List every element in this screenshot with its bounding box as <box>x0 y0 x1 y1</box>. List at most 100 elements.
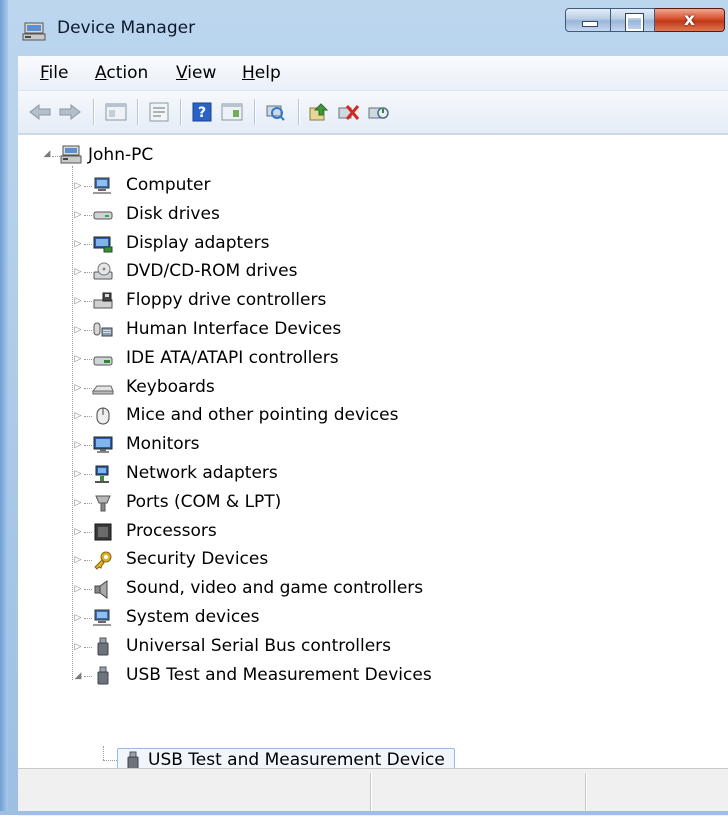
tree-connector <box>84 647 92 649</box>
status-bar-separator <box>370 773 371 811</box>
expand-arrow-icon[interactable]: ▷ <box>73 239 83 249</box>
close-button[interactable]: x <box>655 8 725 32</box>
uninstall-device-button[interactable] <box>337 100 361 124</box>
tree-category-label[interactable]: Human Interface Devices <box>126 319 341 339</box>
menu-view-rest: iew <box>187 63 217 83</box>
menu-help-accel: H <box>242 63 255 83</box>
mouse-icon <box>96 407 110 425</box>
tree-category-label[interactable]: System devices <box>126 607 260 627</box>
tree-connector <box>103 746 105 760</box>
toolbar-separator <box>93 99 94 125</box>
expand-arrow-icon[interactable]: ▷ <box>73 210 83 220</box>
device-manager-window: Device Manager x File Action View Help ?… <box>0 0 728 816</box>
toolbar-separator <box>298 99 299 125</box>
tree-category-label[interactable]: Disk drives <box>126 204 220 224</box>
tree-category-label[interactable]: Network adapters <box>126 463 278 483</box>
tree-connector <box>84 330 92 332</box>
computer-icon <box>93 177 111 194</box>
tree-category-label[interactable]: Processors <box>126 521 217 541</box>
expand-arrow-icon[interactable]: ▷ <box>73 296 83 306</box>
action-pane-button[interactable] <box>220 100 244 124</box>
tree-category-label[interactable]: IDE ATA/ATAPI controllers <box>126 348 339 368</box>
properties-button[interactable] <box>147 100 171 124</box>
tree-connector <box>84 359 92 361</box>
usb-plug-icon <box>97 666 109 685</box>
help-button[interactable]: ? <box>190 100 214 124</box>
show-hide-console-tree-button[interactable] <box>104 100 128 124</box>
menu-file[interactable]: File <box>40 63 68 83</box>
update-driver-icon <box>309 103 329 121</box>
maximize-button[interactable] <box>611 8 655 32</box>
tree-connector <box>103 760 117 762</box>
dvd-drive-icon <box>93 262 113 280</box>
tree-connector <box>84 186 92 188</box>
expand-arrow-icon[interactable]: ▷ <box>73 498 83 508</box>
forward-arrow-icon <box>59 103 81 121</box>
close-icon: x <box>684 10 695 30</box>
usb-plug-icon <box>97 637 109 656</box>
display-adapter-icon <box>93 236 113 253</box>
expand-arrow-icon[interactable]: ▷ <box>73 642 83 652</box>
expand-arrow-icon[interactable]: ▷ <box>73 181 83 191</box>
client-area: File Action View Help ? ◢ John-PC USB Te… <box>18 56 728 816</box>
back-arrow-icon <box>29 103 51 121</box>
tree-category-label[interactable]: Security Devices <box>126 549 268 569</box>
title-bar[interactable]: Device Manager x <box>0 0 728 56</box>
window-title: Device Manager <box>57 18 196 38</box>
tree-category-label[interactable]: Monitors <box>126 434 199 454</box>
tree-category-label[interactable]: Mice and other pointing devices <box>126 405 398 425</box>
tree-category-label[interactable]: Universal Serial Bus controllers <box>126 636 391 656</box>
help-icon: ? <box>192 102 212 122</box>
tree-category-label[interactable]: Floppy drive controllers <box>126 290 326 310</box>
disable-device-icon <box>368 107 389 119</box>
expand-arrow-icon[interactable]: ▷ <box>73 555 83 565</box>
menu-view[interactable]: View <box>176 63 216 83</box>
scan-hardware-button[interactable] <box>263 100 287 124</box>
ide-controller-icon <box>93 356 113 366</box>
collapse-arrow-icon[interactable]: ◢ <box>73 671 83 681</box>
svg-text:?: ? <box>198 105 206 121</box>
expand-arrow-icon[interactable]: ▷ <box>73 440 83 450</box>
minimize-button[interactable] <box>565 8 611 32</box>
tree-connector <box>84 618 92 620</box>
expand-arrow-icon[interactable]: ▷ <box>73 613 83 623</box>
menu-help[interactable]: Help <box>242 63 281 83</box>
tree-category-label[interactable]: Computer <box>126 175 211 195</box>
collapse-arrow-icon[interactable]: ◢ <box>42 149 52 159</box>
expand-arrow-icon[interactable]: ▷ <box>73 411 83 421</box>
forward-button[interactable] <box>58 100 82 124</box>
tree-category-label[interactable]: Sound, video and game controllers <box>126 578 423 598</box>
selected-device-label: USB Test and Measurement Device <box>148 750 445 770</box>
expand-arrow-icon[interactable]: ▷ <box>73 267 83 277</box>
action-pane-icon <box>221 103 243 121</box>
tree-category-label[interactable]: USB Test and Measurement Devices <box>126 665 432 685</box>
menu-action-rest: ction <box>106 63 149 83</box>
menu-file-rest: ile <box>48 63 69 83</box>
maximize-icon <box>626 14 643 31</box>
menu-file-accel: F <box>40 63 49 83</box>
menu-action[interactable]: Action <box>95 63 148 83</box>
menu-view-accel: V <box>176 63 188 83</box>
monitor-icon <box>93 436 113 453</box>
tree-category-label[interactable]: Keyboards <box>126 377 215 397</box>
expand-arrow-icon[interactable]: ▷ <box>73 469 83 479</box>
expand-arrow-icon[interactable]: ▷ <box>73 584 83 594</box>
disable-device-button[interactable] <box>367 100 391 124</box>
back-button[interactable] <box>28 100 52 124</box>
expand-arrow-icon[interactable]: ▷ <box>73 527 83 537</box>
tree-category-label[interactable]: Ports (COM & LPT) <box>126 492 281 512</box>
tree-category-label[interactable]: DVD/CD-ROM drives <box>126 261 297 281</box>
security-key-icon <box>94 551 112 570</box>
expand-arrow-icon[interactable]: ▷ <box>73 354 83 364</box>
update-driver-button[interactable] <box>307 100 331 124</box>
expand-arrow-icon[interactable]: ▷ <box>73 383 83 393</box>
hid-icon <box>93 322 113 337</box>
tree-category-label[interactable]: Display adapters <box>126 233 269 253</box>
menu-bar: File Action View Help <box>18 56 728 91</box>
expand-arrow-icon[interactable]: ▷ <box>73 325 83 335</box>
tree-root-label[interactable]: John-PC <box>88 145 153 165</box>
device-tree[interactable]: ◢ John-PC USB Test and Measurement Devic… <box>18 134 728 774</box>
computer-root-icon <box>60 145 82 164</box>
status-bar <box>18 768 728 816</box>
tree-connector <box>84 301 92 303</box>
